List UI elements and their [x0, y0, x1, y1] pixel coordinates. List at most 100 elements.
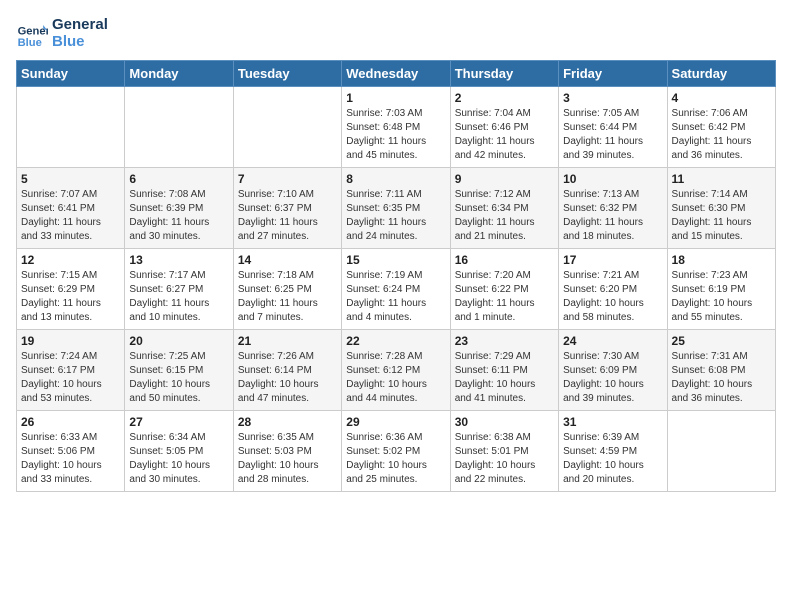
logo-blue: Blue — [52, 33, 108, 50]
day-info: Sunrise: 7:08 AM Sunset: 6:39 PM Dayligh… — [129, 188, 228, 244]
day-info: Sunrise: 7:29 AM Sunset: 6:11 PM Dayligh… — [455, 350, 554, 406]
col-header-monday: Monday — [125, 61, 233, 87]
week-row-1: 1 Sunrise: 7:03 AM Sunset: 6:48 PM Daylig… — [17, 87, 776, 168]
day-number: 14 — [238, 253, 337, 267]
day-number: 22 — [346, 334, 445, 348]
calendar-cell-3-7: 18 Sunrise: 7:23 AM Sunset: 6:19 PM Dayli… — [667, 249, 775, 330]
day-info: Sunrise: 6:35 AM Sunset: 5:03 PM Dayligh… — [238, 431, 337, 487]
day-number: 9 — [455, 172, 554, 186]
svg-text:Blue: Blue — [18, 37, 42, 49]
day-info: Sunrise: 7:23 AM Sunset: 6:19 PM Dayligh… — [672, 269, 771, 325]
calendar-cell-3-6: 17 Sunrise: 7:21 AM Sunset: 6:20 PM Dayli… — [559, 249, 667, 330]
day-number: 26 — [21, 415, 120, 429]
day-number: 10 — [563, 172, 662, 186]
day-number: 1 — [346, 91, 445, 105]
day-info: Sunrise: 7:14 AM Sunset: 6:30 PM Dayligh… — [672, 188, 771, 244]
calendar-cell-1-2 — [125, 87, 233, 168]
calendar-cell-3-2: 13 Sunrise: 7:17 AM Sunset: 6:27 PM Dayli… — [125, 249, 233, 330]
calendar-cell-2-2: 6 Sunrise: 7:08 AM Sunset: 6:39 PM Daylig… — [125, 168, 233, 249]
day-info: Sunrise: 6:33 AM Sunset: 5:06 PM Dayligh… — [21, 431, 120, 487]
day-number: 18 — [672, 253, 771, 267]
day-number: 16 — [455, 253, 554, 267]
day-number: 27 — [129, 415, 228, 429]
day-info: Sunrise: 7:28 AM Sunset: 6:12 PM Dayligh… — [346, 350, 445, 406]
day-info: Sunrise: 7:31 AM Sunset: 6:08 PM Dayligh… — [672, 350, 771, 406]
day-number: 5 — [21, 172, 120, 186]
day-info: Sunrise: 7:20 AM Sunset: 6:22 PM Dayligh… — [455, 269, 554, 325]
day-info: Sunrise: 7:13 AM Sunset: 6:32 PM Dayligh… — [563, 188, 662, 244]
col-header-friday: Friday — [559, 61, 667, 87]
page-header: General Blue General Blue — [16, 16, 776, 50]
day-number: 20 — [129, 334, 228, 348]
col-header-tuesday: Tuesday — [233, 61, 341, 87]
day-info: Sunrise: 6:38 AM Sunset: 5:01 PM Dayligh… — [455, 431, 554, 487]
calendar-cell-2-4: 8Sunrise: 7:11 AM Sunset: 6:35 PM Daylig… — [342, 168, 450, 249]
day-info: Sunrise: 7:24 AM Sunset: 6:17 PM Dayligh… — [21, 350, 120, 406]
calendar-cell-3-4: 15 Sunrise: 7:19 AM Sunset: 6:24 PM Dayli… — [342, 249, 450, 330]
week-row-3: 12 Sunrise: 7:15 AM Sunset: 6:29 PM Dayli… — [17, 249, 776, 330]
day-info: Sunrise: 7:07 AM Sunset: 6:41 PM Dayligh… — [21, 188, 120, 244]
day-number: 28 — [238, 415, 337, 429]
calendar-cell-5-7 — [667, 411, 775, 492]
calendar-cell-4-1: 19 Sunrise: 7:24 AM Sunset: 6:17 PM Dayli… — [17, 330, 125, 411]
day-number: 8 — [346, 172, 445, 186]
logo-icon: General Blue — [16, 17, 48, 49]
day-info: Sunrise: 7:18 AM Sunset: 6:25 PM Dayligh… — [238, 269, 337, 325]
week-row-4: 19 Sunrise: 7:24 AM Sunset: 6:17 PM Dayli… — [17, 330, 776, 411]
day-number: 30 — [455, 415, 554, 429]
day-number: 12 — [21, 253, 120, 267]
day-number: 2 — [455, 91, 554, 105]
week-row-2: 5 Sunrise: 7:07 AM Sunset: 6:41 PM Daylig… — [17, 168, 776, 249]
day-number: 4 — [672, 91, 771, 105]
day-number: 29 — [346, 415, 445, 429]
calendar-cell-1-7: 4Sunrise: 7:06 AM Sunset: 6:42 PM Daylig… — [667, 87, 775, 168]
day-info: Sunrise: 7:26 AM Sunset: 6:14 PM Dayligh… — [238, 350, 337, 406]
day-info: Sunrise: 7:15 AM Sunset: 6:29 PM Dayligh… — [21, 269, 120, 325]
day-info: Sunrise: 7:04 AM Sunset: 6:46 PM Dayligh… — [455, 107, 554, 163]
calendar-cell-4-4: 22 Sunrise: 7:28 AM Sunset: 6:12 PM Dayli… — [342, 330, 450, 411]
calendar-cell-4-2: 20 Sunrise: 7:25 AM Sunset: 6:15 PM Dayli… — [125, 330, 233, 411]
day-number: 17 — [563, 253, 662, 267]
col-header-saturday: Saturday — [667, 61, 775, 87]
day-info: Sunrise: 7:25 AM Sunset: 6:15 PM Dayligh… — [129, 350, 228, 406]
day-number: 23 — [455, 334, 554, 348]
day-info: Sunrise: 7:21 AM Sunset: 6:20 PM Dayligh… — [563, 269, 662, 325]
day-info: Sunrise: 7:17 AM Sunset: 6:27 PM Dayligh… — [129, 269, 228, 325]
day-number: 21 — [238, 334, 337, 348]
day-info: Sunrise: 7:10 AM Sunset: 6:37 PM Dayligh… — [238, 188, 337, 244]
calendar-cell-5-5: 30 Sunrise: 6:38 AM Sunset: 5:01 PM Dayli… — [450, 411, 558, 492]
calendar-cell-1-4: 1 Sunrise: 7:03 AM Sunset: 6:48 PM Daylig… — [342, 87, 450, 168]
day-number: 24 — [563, 334, 662, 348]
calendar-table: SundayMondayTuesdayWednesdayThursdayFrid… — [16, 60, 776, 492]
day-info: Sunrise: 7:19 AM Sunset: 6:24 PM Dayligh… — [346, 269, 445, 325]
day-info: Sunrise: 7:03 AM Sunset: 6:48 PM Dayligh… — [346, 107, 445, 163]
day-info: Sunrise: 6:36 AM Sunset: 5:02 PM Dayligh… — [346, 431, 445, 487]
day-info: Sunrise: 6:39 AM Sunset: 4:59 PM Dayligh… — [563, 431, 662, 487]
calendar-cell-5-2: 27 Sunrise: 6:34 AM Sunset: 5:05 PM Dayli… — [125, 411, 233, 492]
calendar-cell-3-5: 16 Sunrise: 7:20 AM Sunset: 6:22 PM Dayli… — [450, 249, 558, 330]
calendar-cell-4-3: 21 Sunrise: 7:26 AM Sunset: 6:14 PM Dayli… — [233, 330, 341, 411]
col-header-sunday: Sunday — [17, 61, 125, 87]
logo: General Blue General Blue — [16, 16, 108, 50]
col-header-thursday: Thursday — [450, 61, 558, 87]
logo-general: General — [52, 16, 108, 33]
day-number: 25 — [672, 334, 771, 348]
calendar-cell-5-6: 31Sunrise: 6:39 AM Sunset: 4:59 PM Dayli… — [559, 411, 667, 492]
calendar-cell-5-4: 29 Sunrise: 6:36 AM Sunset: 5:02 PM Dayli… — [342, 411, 450, 492]
calendar-cell-2-6: 10 Sunrise: 7:13 AM Sunset: 6:32 PM Dayli… — [559, 168, 667, 249]
day-info: Sunrise: 7:30 AM Sunset: 6:09 PM Dayligh… — [563, 350, 662, 406]
day-number: 15 — [346, 253, 445, 267]
calendar-cell-1-6: 3Sunrise: 7:05 AM Sunset: 6:44 PM Daylig… — [559, 87, 667, 168]
day-number: 13 — [129, 253, 228, 267]
calendar-cell-1-3 — [233, 87, 341, 168]
day-number: 19 — [21, 334, 120, 348]
calendar-cell-2-7: 11 Sunrise: 7:14 AM Sunset: 6:30 PM Dayli… — [667, 168, 775, 249]
day-info: Sunrise: 6:34 AM Sunset: 5:05 PM Dayligh… — [129, 431, 228, 487]
day-number: 11 — [672, 172, 771, 186]
day-number: 3 — [563, 91, 662, 105]
calendar-cell-3-3: 14 Sunrise: 7:18 AM Sunset: 6:25 PM Dayli… — [233, 249, 341, 330]
day-number: 7 — [238, 172, 337, 186]
calendar-cell-5-3: 28 Sunrise: 6:35 AM Sunset: 5:03 PM Dayli… — [233, 411, 341, 492]
calendar-header-row: SundayMondayTuesdayWednesdayThursdayFrid… — [17, 61, 776, 87]
day-number: 6 — [129, 172, 228, 186]
